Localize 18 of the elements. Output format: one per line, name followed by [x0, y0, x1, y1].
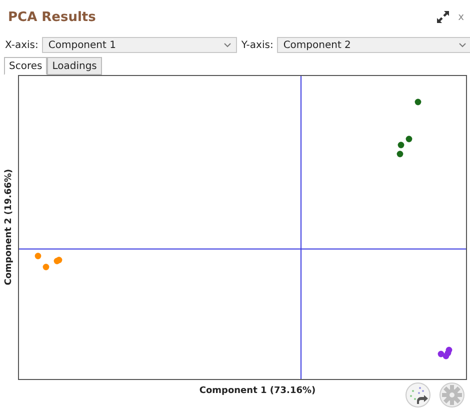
tab[interactable]: Scores	[4, 57, 48, 75]
component-dropdown[interactable]: Component 1	[42, 37, 238, 53]
chevron-icon	[224, 42, 232, 48]
tab[interactable]: Loadings	[47, 57, 102, 75]
expand-icon[interactable]	[436, 10, 450, 24]
x-axis-label: Component 1 (73.16%)	[199, 386, 316, 398]
close-button[interactable]: x	[458, 12, 464, 22]
data-point	[396, 150, 404, 158]
scatter-export-icon[interactable]	[405, 382, 431, 408]
data-point	[42, 264, 50, 270]
axis-label: X-axis:	[5, 40, 38, 50]
window-title: PCA Results	[8, 10, 96, 24]
axis-label: Y-axis:	[241, 40, 274, 50]
data-point	[34, 252, 42, 260]
component-dropdown[interactable]: Component 2	[277, 37, 470, 53]
y-axis-label: Component 2 (19.66%)	[4, 169, 14, 286]
chevron-icon	[459, 42, 466, 48]
data-point	[414, 98, 422, 106]
